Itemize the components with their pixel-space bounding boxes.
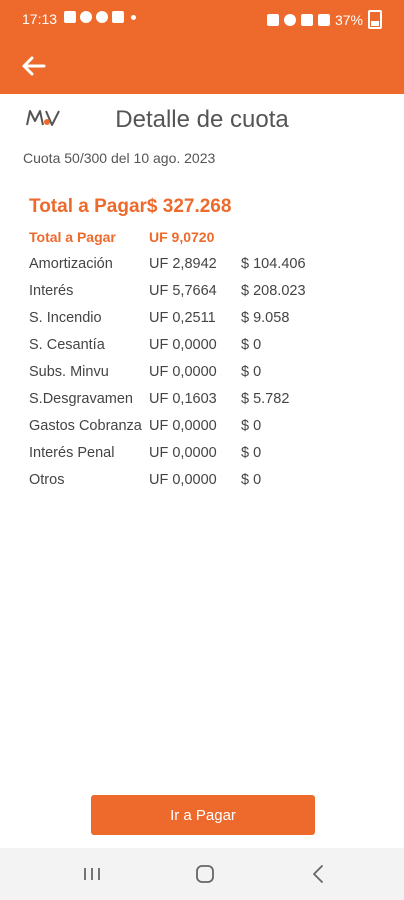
detail-row-cobranza: Gastos Cobranza UF 0,0000 $ 0	[29, 418, 389, 440]
messenger-icon	[96, 11, 108, 23]
installment-subtitle: Cuota 50/300 del 10 ago. 2023	[23, 150, 216, 166]
teams-icon	[112, 11, 124, 23]
row-uf: UF 0,1603	[149, 391, 217, 407]
notification-icons	[64, 11, 136, 23]
battery-percent: 37%	[334, 11, 363, 28]
total-label: Total a Pagar	[29, 196, 147, 217]
row-clp: $ 5.782	[241, 391, 290, 407]
row-label: Total a Pagar	[29, 229, 116, 245]
signal-icon	[317, 13, 330, 26]
detail-row-penal: Interés Penal UF 0,0000 $ 0	[29, 445, 389, 467]
system-nav-bar	[0, 848, 404, 900]
total-amount: $ 327.268	[146, 196, 232, 217]
row-clp: $ 0	[241, 364, 262, 380]
recents-icon[interactable]	[82, 866, 102, 882]
row-label: Interés	[29, 283, 74, 299]
detail-row-amortizacion: Amortización UF 2,8942 $ 104.406	[29, 256, 389, 278]
row-uf: UF 0,0000	[149, 337, 217, 353]
row-label: Subs. Minvu	[29, 364, 109, 380]
row-uf: UF 9,0720	[149, 229, 215, 245]
row-label: Gastos Cobranza	[29, 418, 142, 434]
row-uf: UF 0,0000	[149, 418, 217, 434]
battery-icon	[368, 10, 382, 29]
row-uf: UF 5,7664	[149, 283, 217, 299]
back-arrow-icon[interactable]	[18, 50, 50, 82]
row-label: S. Cesantía	[29, 337, 105, 353]
more-notifications-dot	[131, 14, 136, 20]
page-title: Detalle de cuota	[115, 106, 289, 133]
row-clp: $ 9.058	[241, 310, 290, 326]
wifi-icon	[300, 13, 313, 26]
row-label: S. Incendio	[29, 310, 102, 326]
system-icons: 37%	[266, 10, 382, 29]
status-time: 17:13	[22, 11, 58, 27]
alarm-icon	[283, 13, 296, 26]
row-label: S.Desgravamen	[29, 391, 133, 407]
nav-back-icon[interactable]	[310, 864, 326, 884]
total-summary: Total a Pagar$ 327.268	[29, 196, 231, 218]
detail-row-desgravamen: S.Desgravamen UF 0,1603 $ 5.782	[29, 391, 389, 413]
row-label: Amortización	[29, 256, 113, 272]
detail-row-minvu: Subs. Minvu UF 0,0000 $ 0	[29, 364, 389, 386]
detail-row-otros: Otros UF 0,0000 $ 0	[29, 472, 389, 494]
detail-row-interes: Interés UF 5,7664 $ 208.023	[29, 283, 389, 305]
row-clp: $ 208.023	[241, 283, 306, 299]
row-clp: $ 0	[241, 472, 262, 488]
row-label: Otros	[29, 472, 65, 488]
row-clp: $ 104.406	[241, 256, 306, 272]
row-clp: $ 0	[241, 418, 262, 434]
row-uf: UF 0,0000	[149, 445, 217, 461]
row-clp: $ 0	[241, 445, 262, 461]
pay-button[interactable]: Ir a Pagar	[91, 795, 315, 835]
row-label: Interés Penal	[29, 445, 115, 461]
app-bar	[0, 38, 404, 94]
detail-row-cesantia: S. Cesantía UF 0,0000 $ 0	[29, 337, 389, 359]
home-icon[interactable]	[195, 864, 215, 884]
row-uf: UF 0,2511	[149, 310, 216, 326]
detail-row-incendio: S. Incendio UF 0,2511 $ 9.058	[29, 310, 389, 332]
detail-row-total: Total a Pagar UF 9,0720	[29, 229, 389, 251]
row-clp: $ 0	[241, 337, 262, 353]
row-uf: UF 0,0000	[149, 364, 217, 380]
row-uf: UF 0,0000	[149, 472, 217, 488]
gallery-icon	[64, 11, 76, 23]
lock-icon	[266, 13, 279, 26]
status-bar: 17:13 37%	[0, 0, 404, 38]
chat-icon	[80, 11, 92, 23]
row-uf: UF 2,8942	[149, 256, 217, 272]
